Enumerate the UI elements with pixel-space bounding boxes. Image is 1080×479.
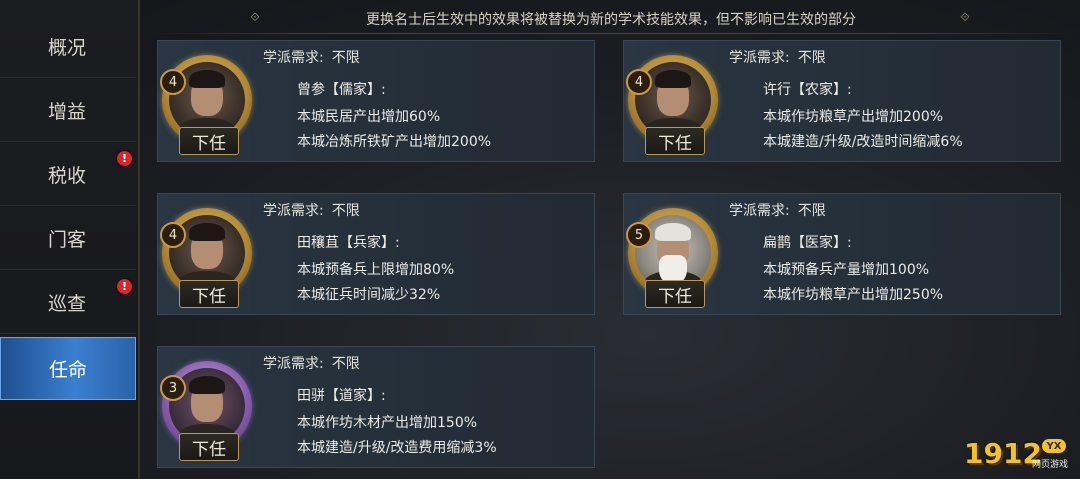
scholar-name: 田穰苴【兵家】: — [297, 235, 400, 251]
watermark-logo: 1912 YX 网页游戏 — [964, 437, 1068, 471]
dismiss-button[interactable]: 下任 — [179, 433, 239, 461]
portrait: 3 下任 — [160, 361, 256, 461]
sidebar: 概况 增益 税收 ! 门客 巡查 ! 任命 — [0, 0, 140, 479]
appointee-card: 4 下任 学派需求: 不限 曾参【儒家】: 本城民居产出增加60% 本城冶炼所铁矿… — [157, 40, 595, 162]
logo-tag: YX — [1042, 439, 1066, 453]
school-requirement: 学派需求: 不限 — [729, 203, 826, 219]
sidebar-item-buffs[interactable]: 增益 — [0, 79, 136, 142]
appointee-card: 4 下任 学派需求: 不限 田穰苴【兵家】: 本城预备兵上限增加80% 本城征兵时… — [157, 193, 595, 315]
school-requirement: 学派需求: 不限 — [263, 203, 360, 219]
portrait: 4 下任 — [160, 208, 256, 308]
divider — [146, 33, 1076, 34]
effect-text: 本城冶炼所铁矿产出增加200% — [297, 134, 492, 150]
appointee-card: 5 下任 学派需求: 不限 扁鹊【医家】: 本城预备兵产量增加100% 本城作坊粮… — [623, 193, 1061, 315]
effect-text: 本城建造/升级/改造费用缩减3% — [297, 440, 497, 456]
level-badge: 5 — [626, 222, 652, 248]
level-badge: 3 — [160, 375, 186, 401]
school-requirement: 学派需求: 不限 — [263, 50, 360, 66]
dismiss-button[interactable]: 下任 — [179, 127, 239, 155]
portrait: 4 下任 — [160, 55, 256, 155]
dismiss-button[interactable]: 下任 — [645, 127, 705, 155]
portrait: 4 下任 — [626, 55, 722, 155]
scholar-name: 许行【农家】: — [763, 82, 852, 98]
portrait: 5 下任 — [626, 208, 722, 308]
logo-subtitle: 网页游戏 — [1031, 460, 1068, 470]
effect-text: 本城作坊木材产出增加150% — [297, 415, 478, 431]
dismiss-button[interactable]: 下任 — [645, 280, 705, 308]
level-badge: 4 — [160, 222, 186, 248]
effect-text: 本城民居产出增加60% — [297, 109, 441, 125]
sidebar-item-retainers[interactable]: 门客 — [0, 207, 136, 270]
school-requirement: 学派需求: 不限 — [729, 50, 826, 66]
level-badge: 4 — [626, 69, 652, 95]
level-badge: 4 — [160, 69, 186, 95]
sidebar-item-patrol[interactable]: 巡查 ! — [0, 271, 136, 334]
effect-text: 本城预备兵产量增加100% — [763, 262, 930, 278]
scholar-name: 田骈【道家】: — [297, 388, 386, 404]
sidebar-item-label: 增益 — [48, 100, 87, 123]
ornament-right-icon: ⟐ — [960, 10, 970, 24]
sidebar-item-overview[interactable]: 概况 — [0, 15, 136, 78]
dismiss-button[interactable]: 下任 — [179, 280, 239, 308]
scholar-name: 扁鹊【医家】: — [763, 235, 852, 251]
notice-text: 更换名士后生效中的效果将被替换为新的学术技能效果，但不影响已生效的部分 — [366, 12, 856, 28]
sidebar-item-label: 门客 — [48, 228, 87, 251]
sidebar-item-tax[interactable]: 税收 ! — [0, 143, 136, 206]
effect-text: 本城建造/升级/改造时间缩减6% — [763, 134, 963, 150]
effect-text: 本城作坊粮草产出增加250% — [763, 287, 944, 303]
sidebar-item-label: 任命 — [49, 359, 88, 381]
appointee-card: 3 下任 学派需求: 不限 田骈【道家】: 本城作坊木材产出增加150% 本城建造… — [157, 346, 595, 468]
alert-badge-icon: ! — [117, 279, 132, 294]
effect-text: 本城征兵时间减少32% — [297, 287, 441, 303]
school-requirement: 学派需求: 不限 — [263, 356, 360, 372]
alert-badge-icon: ! — [117, 151, 132, 166]
sidebar-item-appoint[interactable]: 任命 — [0, 337, 136, 400]
scholar-name: 曾参【儒家】: — [297, 82, 386, 98]
effect-text: 本城预备兵上限增加80% — [297, 262, 455, 278]
sidebar-item-label: 概况 — [48, 36, 87, 59]
appointee-card: 4 下任 学派需求: 不限 许行【农家】: 本城作坊粮草产出增加200% 本城建造… — [623, 40, 1061, 162]
logo-number: 1912 — [964, 437, 1042, 470]
sidebar-item-label: 税收 — [48, 164, 87, 187]
effect-text: 本城作坊粮草产出增加200% — [763, 109, 944, 125]
sidebar-item-label: 巡查 — [48, 292, 87, 315]
